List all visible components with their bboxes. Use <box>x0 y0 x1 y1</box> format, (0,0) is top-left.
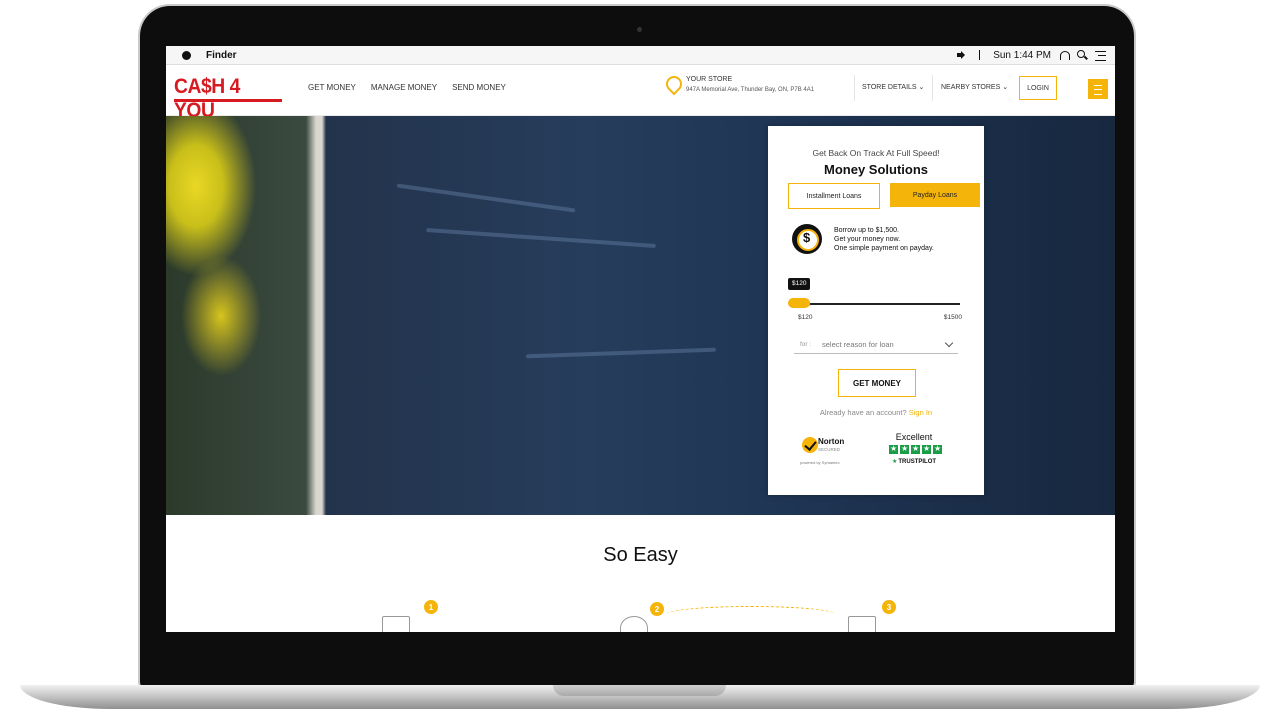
nav-manage-money[interactable]: MANAGE MONEY <box>371 83 437 92</box>
reason-placeholder: select reason for loan <box>822 340 894 349</box>
star-icon <box>889 444 898 454</box>
step-1: 1 <box>382 600 442 632</box>
star-icon <box>922 444 931 454</box>
click-hand-icon <box>620 616 648 632</box>
primary-nav: GET MONEY MANAGE MONEY SEND MONEY <box>308 83 506 92</box>
mac-menu-bar: Finder Sun 1:44 PM <box>166 46 1115 65</box>
form-kicker: Get Back On Track At Full Speed! <box>812 148 940 158</box>
nearby-stores-dropdown[interactable]: NEARBY STORES ⌄ <box>941 83 1008 91</box>
step-badge: 2 <box>650 602 664 616</box>
hero-texture <box>396 183 576 213</box>
finder-menu[interactable]: Finder <box>206 50 237 61</box>
hero-texture <box>525 347 717 359</box>
menu-bar-status: Sun 1:44 PM <box>957 46 1106 64</box>
store-details-label: STORE DETAILS <box>862 84 917 91</box>
nav-get-money[interactable]: GET MONEY <box>308 83 356 92</box>
step-2: 2 <box>616 600 676 632</box>
hero-texture <box>426 227 656 249</box>
store-info[interactable]: YOUR STORE 947A Memorial Ave, Thunder Ba… <box>662 72 856 98</box>
apple-icon[interactable] <box>180 49 194 61</box>
store-details-dropdown[interactable]: STORE DETAILS ⌄ <box>862 83 924 91</box>
money-coin-icon <box>792 224 822 254</box>
norton-powered: powered by Symantec <box>800 460 840 465</box>
get-money-button[interactable]: GET MONEY <box>838 369 916 397</box>
laptop-notch <box>553 685 726 696</box>
wallet-icon <box>848 616 876 632</box>
notification-center-icon[interactable] <box>1095 50 1106 61</box>
pitch-line: One simple payment on payday. <box>834 245 934 252</box>
trust-rating: Excellent <box>895 432 933 442</box>
norton-badge[interactable]: Norton SECURED powered by Symantec <box>800 432 860 470</box>
loan-amount-slider[interactable] <box>788 298 960 308</box>
atm-card-icon <box>382 616 410 632</box>
site-header: CA$H 4 YOU GET MONEY MANAGE MONEY SEND M… <box>166 65 1115 122</box>
form-title: Money Solutions <box>824 162 928 177</box>
nearby-stores-label: NEARBY STORES <box>941 84 1001 91</box>
chevron-down-icon: ⌄ <box>1002 84 1009 91</box>
spotlight-search-icon[interactable] <box>1077 50 1087 60</box>
star-icon <box>900 444 909 454</box>
slider-max-label: $1500 <box>943 314 962 321</box>
slider-min-label: $120 <box>798 314 813 321</box>
clock[interactable]: Sun 1:44 PM <box>993 50 1051 61</box>
norton-sub: SECURED <box>818 447 841 452</box>
loan-reason-select[interactable]: for : select reason for loan <box>794 338 958 354</box>
chevron-down-icon <box>944 338 954 348</box>
volume-icon[interactable] <box>957 50 967 60</box>
loan-pitch: Borrow up to $1,500. Get your money now.… <box>834 226 934 253</box>
trust-stars <box>889 444 942 454</box>
signin-text: Already have an account? <box>819 408 907 417</box>
nav-send-money[interactable]: SEND MONEY <box>452 83 506 92</box>
pitch-line: Get your money now. <box>834 236 901 243</box>
step-badge: 1 <box>424 600 438 614</box>
norton-check-icon <box>802 437 818 453</box>
reason-prefix: for : <box>800 341 812 348</box>
tab-installment-loans[interactable]: Installment Loans <box>788 183 880 209</box>
divider <box>932 75 933 101</box>
star-icon <box>933 444 942 454</box>
trust-brand: TRUSTPILOT <box>892 458 936 465</box>
divider <box>854 75 855 101</box>
camera-dot <box>637 27 642 32</box>
wifi-icon[interactable] <box>1059 50 1070 60</box>
slider-value-tooltip: $120 <box>788 278 811 290</box>
pitch-line: Borrow up to $1,500. <box>834 227 899 234</box>
tab-payday-loans[interactable]: Payday Loans <box>890 183 980 207</box>
store-address: 947A Memorial Ave, Thunder Bay, ON, P7B … <box>686 87 815 93</box>
norton-name: Norton <box>818 437 845 446</box>
signin-link[interactable]: Sign In <box>909 408 932 417</box>
star-icon <box>911 444 920 454</box>
location-pin-icon <box>662 72 686 96</box>
hamburger-menu-icon[interactable] <box>1088 79 1108 99</box>
step-badge: 3 <box>882 600 896 614</box>
step-3: 3 <box>846 600 906 632</box>
brand-logo[interactable]: CA$H 4 YOU <box>174 75 282 122</box>
section-title: So Easy <box>603 544 678 566</box>
so-easy-section: So Easy 1 2 3 <box>166 516 1115 632</box>
slider-handle[interactable] <box>788 298 810 308</box>
login-button[interactable]: LOGIN <box>1019 76 1057 100</box>
screen: Finder Sun 1:44 PM CA$H 4 YOU GET MONEY … <box>166 46 1115 632</box>
signin-prompt: Already have an account? Sign In <box>768 408 984 417</box>
trustpilot-badge[interactable]: Excellent TRUSTPILOT <box>884 432 944 470</box>
loan-form-card: Get Back On Track At Full Speed! Money S… <box>768 126 984 495</box>
bluetooth-icon[interactable] <box>975 50 985 60</box>
hero-background: Get Back On Track At Full Speed! Money S… <box>166 116 1115 515</box>
store-title: YOUR STORE <box>686 76 733 83</box>
step-connector <box>666 606 836 623</box>
chevron-down-icon: ⌄ <box>918 84 925 91</box>
